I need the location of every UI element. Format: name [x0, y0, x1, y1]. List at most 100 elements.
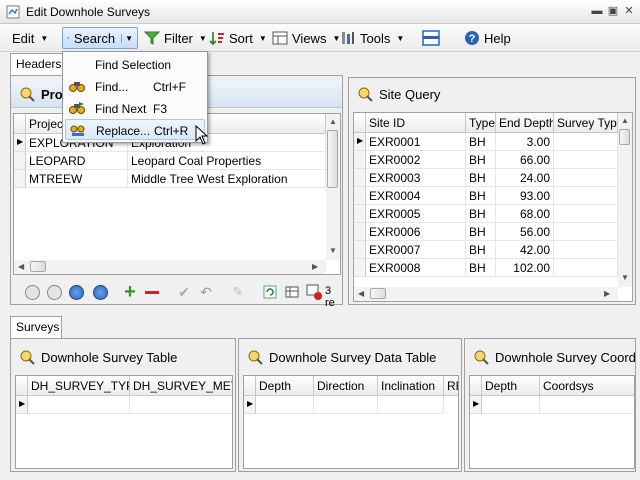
column-header[interactable]: End Depth	[496, 113, 554, 133]
table-cell[interactable]: BH	[466, 133, 496, 151]
table-cell[interactable]: 56.00	[496, 223, 554, 241]
table-cell[interactable]: Middle Tree West Exploration	[128, 170, 326, 188]
replace-icon	[70, 125, 85, 136]
table-cell[interactable]	[554, 205, 618, 223]
column-header[interactable]: Type	[466, 113, 496, 133]
next-record-button[interactable]	[67, 283, 85, 301]
panel-title: Downhole Survey Data Table	[269, 350, 437, 365]
help-button[interactable]: ? Help	[460, 27, 515, 49]
current-row-indicator: ▶	[14, 134, 26, 152]
delete-record-icon[interactable]	[143, 283, 161, 301]
table-cell[interactable]: 68.00	[496, 205, 554, 223]
cancel-undo-icon[interactable]: ↶	[197, 283, 215, 301]
refresh-icon[interactable]	[261, 283, 279, 301]
column-header[interactable]: Direction	[314, 376, 378, 396]
edit-menu-button[interactable]: Edit ▼	[8, 27, 52, 49]
column-header[interactable]: Survey Typ	[554, 113, 618, 133]
minimize-icon[interactable]: ▬	[590, 5, 604, 18]
table-cell[interactable]	[28, 396, 130, 414]
table-cell[interactable]: EXR0008	[366, 259, 466, 277]
table-cell[interactable]	[378, 396, 444, 414]
row-indicator	[14, 170, 26, 188]
table-cell[interactable]	[540, 396, 634, 414]
table-cell[interactable]: EXR0007	[366, 241, 466, 259]
table-cell[interactable]: EXR0002	[366, 151, 466, 169]
table-cell[interactable]: BH	[466, 241, 496, 259]
table-cell[interactable]	[314, 396, 378, 414]
filter-menu-button[interactable]: Filter ▼	[140, 27, 211, 49]
close-icon[interactable]: ✕	[622, 5, 636, 18]
edit-pen-icon[interactable]: ✎	[229, 283, 247, 301]
horizontal-scrollbar[interactable]: ◀ ▶	[354, 287, 618, 301]
last-record-button[interactable]	[91, 283, 109, 301]
table-cell[interactable]: BH	[466, 187, 496, 205]
views-menu-button[interactable]: Views ▼	[268, 27, 344, 49]
table-cell[interactable]	[554, 133, 618, 151]
tools-menu-button[interactable]: Tools ▼	[336, 27, 408, 49]
menu-item-find-next[interactable]: Find Next F3	[65, 98, 205, 119]
menu-item-label: Find Next	[95, 102, 147, 116]
table-cell[interactable]	[256, 396, 314, 414]
column-header[interactable]: Inclination	[378, 376, 444, 396]
menu-item-find-selection[interactable]: Find Selection	[65, 54, 205, 75]
table-cell[interactable]: BH	[466, 151, 496, 169]
column-header[interactable]: DH_SURVEY_METHO	[130, 376, 232, 396]
table-cell[interactable]	[554, 259, 618, 277]
search-menu-button[interactable]: Search ▼	[62, 27, 138, 49]
table-cell[interactable]: LEOPARD	[26, 152, 128, 170]
column-header[interactable]: RE	[444, 376, 458, 396]
menu-item-shortcut: F3	[153, 102, 168, 116]
tab-headers[interactable]: Headers	[10, 53, 66, 75]
table-cell[interactable]: EXR0004	[366, 187, 466, 205]
table-cell[interactable]: 3.00	[496, 133, 554, 151]
table-cell[interactable]: EXR0005	[366, 205, 466, 223]
panel-title: Site Query	[379, 87, 441, 102]
query-icon	[248, 350, 263, 365]
table-cell[interactable]: EXR0003	[366, 169, 466, 187]
table-cell[interactable]: 42.00	[496, 241, 554, 259]
table-cell[interactable]	[554, 223, 618, 241]
table-cell[interactable]: MTREEW	[26, 170, 128, 188]
record-count-label: 3 re	[325, 285, 335, 309]
first-record-button[interactable]	[23, 283, 41, 301]
table-cell[interactable]	[130, 396, 232, 414]
search-icon	[67, 36, 70, 40]
column-header[interactable]: Site ID	[366, 113, 466, 133]
table-cell[interactable]: EXR0006	[366, 223, 466, 241]
column-header[interactable]: Depth	[482, 376, 540, 396]
column-header[interactable]: DH_SURVEY_TYPE	[28, 376, 130, 396]
sort-menu-button[interactable]: Sort ▼	[205, 27, 271, 49]
menu-item-replace[interactable]: Replace... Ctrl+R	[65, 119, 205, 140]
maximize-icon[interactable]: ▣	[606, 5, 620, 18]
clear-filter-icon[interactable]	[305, 283, 323, 301]
table-cell[interactable]: EXR0001	[366, 133, 466, 151]
vertical-scrollbar[interactable]: ▲ ▼	[618, 113, 632, 287]
table-cell[interactable]: BH	[466, 259, 496, 277]
table-cell[interactable]: BH	[466, 223, 496, 241]
vertical-scrollbar[interactable]: ▲ ▼	[326, 114, 340, 260]
column-header[interactable]: Coordsys	[540, 376, 634, 396]
layout-toggle-button[interactable]	[418, 27, 444, 49]
grid-view-icon[interactable]	[283, 283, 301, 301]
table-cell[interactable]: Leopard Coal Properties	[128, 152, 326, 170]
tab-surveys[interactable]: Surveys	[10, 316, 62, 338]
table-cell[interactable]	[554, 241, 618, 259]
table-cell[interactable]	[554, 169, 618, 187]
table-cell[interactable]: 66.00	[496, 151, 554, 169]
horizontal-scrollbar[interactable]: ◀ ▶	[14, 260, 326, 274]
add-record-icon[interactable]: +	[121, 281, 139, 303]
table-cell[interactable]: BH	[466, 205, 496, 223]
table-cell[interactable]	[482, 396, 540, 414]
table-cell[interactable]	[554, 151, 618, 169]
menu-item-find[interactable]: Find... Ctrl+F	[65, 76, 205, 97]
prior-record-button[interactable]	[45, 283, 63, 301]
table-cell[interactable]: 24.00	[496, 169, 554, 187]
chevron-down-icon: ▼	[121, 33, 133, 43]
table-cell[interactable]	[554, 187, 618, 205]
site-query-header: Site Query	[349, 80, 635, 108]
table-cell[interactable]: 93.00	[496, 187, 554, 205]
post-checkmark-icon[interactable]: ✔	[175, 283, 193, 301]
column-header[interactable]: Depth	[256, 376, 314, 396]
table-cell[interactable]: BH	[466, 169, 496, 187]
table-cell[interactable]: 102.00	[496, 259, 554, 277]
